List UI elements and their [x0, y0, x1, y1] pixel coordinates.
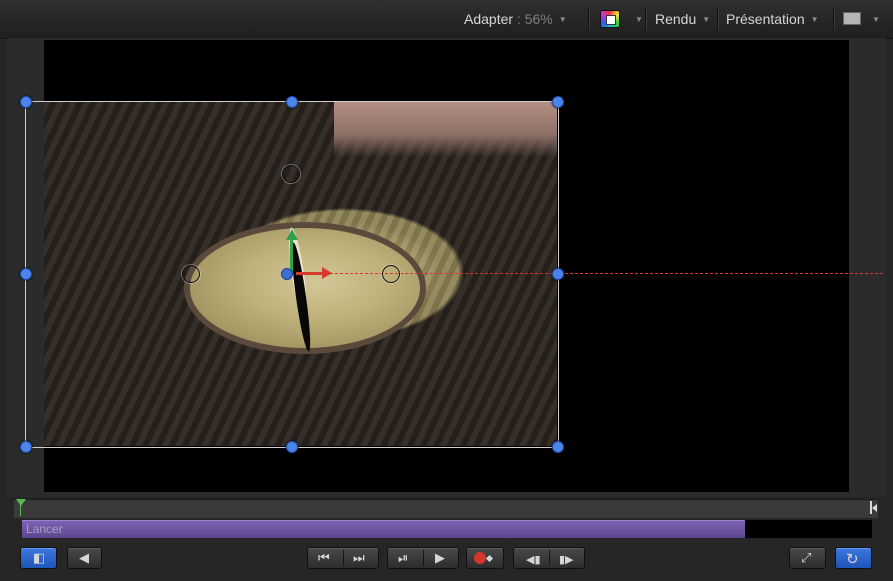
fit-label: Adapter — [464, 11, 514, 27]
rotation-ring-handle[interactable] — [282, 165, 300, 183]
window-layout-icon[interactable] — [843, 12, 861, 25]
previous-keyframe-icon[interactable]: ◀▮ — [526, 552, 541, 568]
clip-bar[interactable] — [22, 520, 745, 538]
canvas-toolbar: Adapter : 56% ▼ ▼ Rendu ▼ Présentation ▼ ▼ — [0, 0, 893, 39]
loop-icon: ↻ — [846, 550, 859, 568]
layers-toggle-button[interactable]: ◧ — [20, 547, 57, 569]
bbox-handle-top[interactable] — [286, 96, 298, 108]
fit-menu[interactable]: Adapter : 56% ▼ — [464, 10, 567, 28]
toolbar-divider — [588, 8, 589, 30]
clip-label: Lancer — [26, 522, 63, 536]
anchor-point[interactable] — [281, 268, 293, 280]
toolbar-divider — [645, 8, 646, 30]
bbox-handle-bottom-right[interactable] — [552, 441, 564, 453]
chevron-down-icon: ▼ — [810, 15, 819, 24]
playhead-icon[interactable] — [16, 499, 26, 506]
bbox-handle-bottom[interactable] — [286, 441, 298, 453]
y-axis-arrowhead-icon[interactable] — [286, 229, 298, 240]
bbox-handle-top-right[interactable] — [552, 96, 564, 108]
view-label: Présentation — [726, 11, 805, 27]
bbox-handle-left[interactable] — [20, 268, 32, 280]
fit-value: : 56% — [516, 11, 553, 27]
play-range-end-icon[interactable] — [870, 501, 877, 514]
audio-button[interactable]: ◀ — [67, 547, 102, 569]
play-from-start-icon[interactable]: ⏯ — [398, 551, 408, 567]
fullscreen-icon: ⤢ — [801, 551, 812, 566]
play-icon[interactable]: ▶ — [435, 551, 445, 567]
bbox-handle-right[interactable] — [552, 268, 564, 280]
chevron-down-icon: ▼ — [702, 15, 711, 24]
view-menu[interactable]: Présentation ▼ — [726, 10, 819, 28]
loop-button[interactable]: ↻ — [835, 547, 872, 569]
bbox-handle-bottom-left[interactable] — [20, 441, 32, 453]
render-menu[interactable]: Rendu ▼ — [655, 10, 710, 28]
color-channel-icon[interactable] — [600, 10, 620, 28]
chevron-down-icon[interactable]: ▼ — [872, 11, 880, 29]
record-button[interactable] — [466, 547, 504, 569]
chevron-down-icon: ▼ — [558, 15, 567, 24]
go-to-start-icon[interactable]: ⏮ — [318, 551, 330, 567]
chevron-down-icon[interactable]: ▼ — [635, 11, 643, 29]
toolbar-divider — [717, 8, 718, 30]
transport-nav-group: ⏮ ⏭ — [307, 547, 379, 569]
rotation-ring-handle[interactable] — [182, 265, 200, 283]
fullscreen-button[interactable]: ⤢ — [789, 547, 826, 569]
x-axis-arrowhead-icon[interactable] — [322, 267, 332, 279]
toolbar-divider — [833, 8, 834, 30]
go-to-end-icon[interactable]: ⏭ — [353, 551, 365, 567]
render-label: Rendu — [655, 11, 697, 27]
play-group: ⏯ ▶ — [387, 547, 459, 569]
audio-icon: ◀ — [79, 551, 89, 566]
motion-canvas-window: Adapter : 56% ▼ ▼ Rendu ▼ Présentation ▼ ▼ — [0, 0, 893, 581]
record-keyframe-icon — [474, 552, 486, 564]
mini-timeline[interactable] — [14, 499, 878, 518]
layers-toggle-icon: ◧ — [33, 551, 46, 566]
bbox-handle-top-left[interactable] — [20, 96, 32, 108]
y-axis-arrow[interactable] — [290, 240, 293, 272]
keyframe-nav-group: ◀▮ ▮▶ — [513, 547, 585, 569]
next-keyframe-icon[interactable]: ▮▶ — [559, 552, 574, 568]
rotation-ring-handle[interactable] — [382, 265, 400, 283]
